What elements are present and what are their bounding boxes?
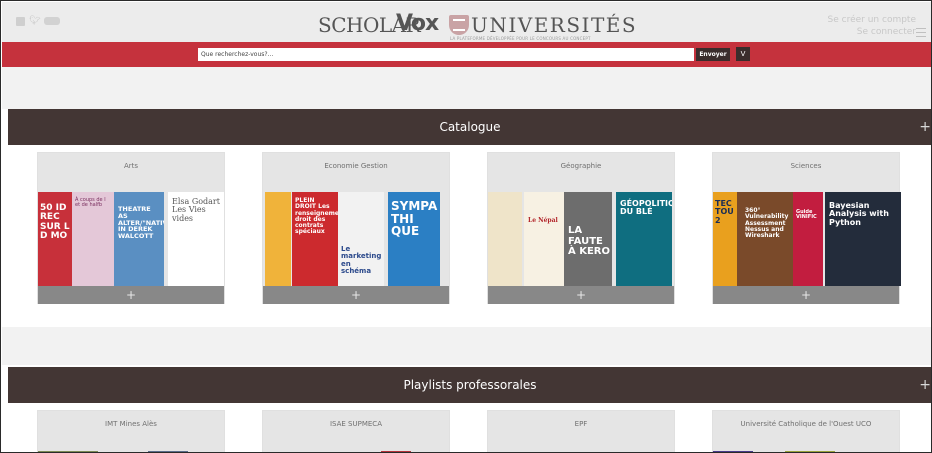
playlist-card[interactable]: EPF xyxy=(487,410,675,452)
social-links: 🐦︎ xyxy=(16,16,61,26)
book-covers: PLEIN DROIT Les renseignements droit des… xyxy=(263,192,449,286)
book-cover[interactable]: PLEIN DROIT Les renseignements droit des… xyxy=(292,192,338,286)
category-card-economie-gestion[interactable]: Economie Gestion PLEIN DROIT Les renseig… xyxy=(262,152,450,304)
hamburger-icon[interactable] xyxy=(916,28,926,37)
book-cover[interactable]: SYMPA THI QUE xyxy=(388,192,440,286)
book-covers: Le Népal LA FAUTE À KERO GÉOPOLITIQUE DU… xyxy=(488,192,674,286)
search-input[interactable] xyxy=(198,48,694,61)
category-title: Géographie xyxy=(560,162,602,170)
search-submit-button[interactable]: Envoyer xyxy=(696,48,730,61)
book-cover[interactable]: Le marketing en schéma xyxy=(338,192,384,286)
book-cover[interactable] xyxy=(488,192,522,286)
expand-category-button[interactable]: + xyxy=(488,286,674,304)
book-cover[interactable]: Le Népal xyxy=(524,192,564,286)
section-title-playlists: Playlists professorales xyxy=(403,378,537,392)
expand-playlists-icon[interactable]: + xyxy=(919,367,931,403)
book-cover[interactable]: Elsa Godart Les Vies vides xyxy=(168,192,224,286)
playlist-card[interactable]: IMT Mines Alès xyxy=(37,410,225,452)
vimeo-icon[interactable] xyxy=(44,17,61,25)
login-link[interactable]: Se connecter xyxy=(828,26,916,38)
scholarvox-logo[interactable]: SCHOLAR Vox UNIVERSITÉS LA PLATEFORME DÉ… xyxy=(318,10,636,41)
spacer-strip xyxy=(2,67,931,109)
expand-category-button[interactable]: + xyxy=(713,286,899,304)
book-cover[interactable]: GÉOPOLITIQUE DU BLÉ xyxy=(616,192,672,286)
book-cover[interactable]: TEC TOU 2 xyxy=(713,192,737,286)
logo-text-universites: UNIVERSITÉS xyxy=(471,13,638,37)
page-frame: 🐦︎ SCHOLAR Vox UNIVERSITÉS LA PLATEFORME… xyxy=(0,0,932,453)
shield-logo-icon xyxy=(449,15,469,35)
book-cover[interactable]: À coups de l et de halfb xyxy=(72,192,114,286)
playlist-title: IMT Mines Alès xyxy=(105,420,157,428)
book-cover[interactable]: Bayesian Analysis with Python xyxy=(825,192,901,286)
signup-link[interactable]: Se créer un compte xyxy=(828,14,916,26)
playlist-title: EPF xyxy=(574,420,588,428)
book-cover[interactable]: LA FAUTE À KERO xyxy=(564,192,612,286)
catalogue-section-header[interactable]: Catalogue + xyxy=(8,109,931,145)
search-options-toggle[interactable]: V xyxy=(736,47,750,61)
playlist-card[interactable]: ISAE SUPMECA xyxy=(262,410,450,452)
category-title: Economie Gestion xyxy=(324,162,388,170)
category-title: Arts xyxy=(123,162,139,170)
twitter-icon[interactable]: 🐦︎ xyxy=(29,16,40,26)
category-card-geographie[interactable]: Géographie Le Népal LA FAUTE À KERO GÉOP… xyxy=(487,152,675,304)
logo-text-vox: Vox xyxy=(396,11,439,36)
category-card-sciences[interactable]: Sciences TEC TOU 2 360° Vulnerability As… xyxy=(712,152,901,304)
expand-catalogue-icon[interactable]: + xyxy=(919,109,931,145)
book-cover[interactable]: Guide VINIFIC xyxy=(793,192,823,286)
playlists-section-header[interactable]: Playlists professorales + xyxy=(8,367,931,403)
expand-category-button[interactable]: + xyxy=(38,286,224,304)
account-links: Se créer un compte Se connecter xyxy=(828,14,916,38)
book-cover[interactable] xyxy=(265,192,291,286)
category-title: Sciences xyxy=(790,162,822,170)
logo-tagline: LA PLATEFORME DÉVELOPPÉE POUR LE CONCOUR… xyxy=(450,36,591,41)
expand-category-button[interactable]: + xyxy=(263,286,449,304)
spacer-strip xyxy=(2,327,931,365)
top-header: 🐦︎ SCHOLAR Vox UNIVERSITÉS LA PLATEFORME… xyxy=(2,2,931,42)
book-cover[interactable]: 50 ID REC SUR L D MO xyxy=(38,192,72,286)
playlist-title: ISAE SUPMECA xyxy=(329,420,382,428)
playlist-title: Université Catholique de l'Ouest UCO xyxy=(740,420,872,428)
book-covers: TEC TOU 2 360° Vulnerability Assessment … xyxy=(713,192,901,286)
category-card-arts[interactable]: Arts 50 ID REC SUR L D MO À coups de l e… xyxy=(37,152,225,304)
facebook-icon[interactable] xyxy=(16,16,25,26)
book-cover[interactable]: 360° Vulnerability Assessment Nessus and… xyxy=(737,192,793,286)
search-bar: Envoyer V xyxy=(2,42,931,67)
book-cover[interactable]: THEATRE AS ALTER/"NATIVE" IN DEREK WALCO… xyxy=(114,192,164,286)
playlist-card[interactable]: Université Catholique de l'Ouest UCO xyxy=(712,410,900,452)
book-covers: 50 ID REC SUR L D MO À coups de l et de … xyxy=(38,192,224,286)
section-title-catalogue: Catalogue xyxy=(439,120,501,134)
